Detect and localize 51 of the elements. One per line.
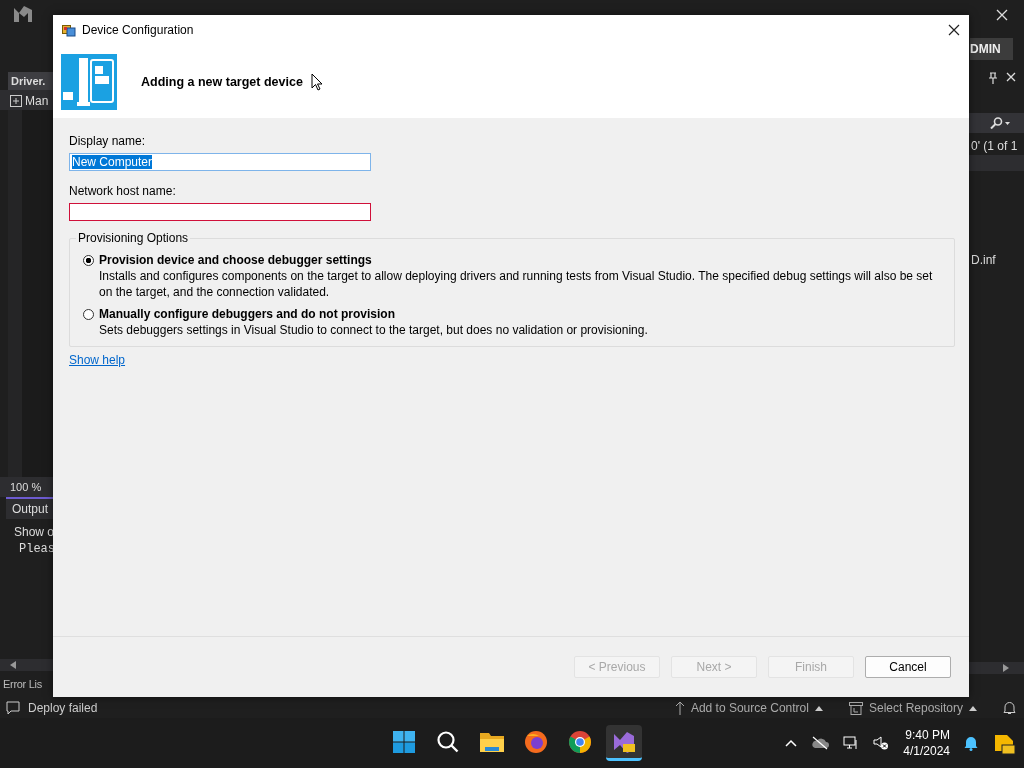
document-tab[interactable]: Driver.: [8, 72, 53, 90]
window-title: Device Configuration: [82, 23, 194, 37]
panel-title: Output: [6, 499, 53, 519]
dialog-heading: Adding a new target device: [141, 74, 303, 89]
option-title[interactable]: Provision device and choose debugger settings: [99, 253, 372, 267]
option-title[interactable]: Manually configure debuggers and do not provision: [99, 307, 395, 321]
scroll-right-icon[interactable]: [1003, 664, 1009, 672]
add-icon[interactable]: [10, 95, 22, 107]
search-icon[interactable]: [989, 117, 1011, 129]
caret-up-icon: [969, 705, 977, 711]
mouse-cursor-icon: [310, 72, 323, 91]
ide-app-icon[interactable]: [606, 725, 642, 761]
devices-icon: [61, 53, 117, 110]
repository-icon: [848, 701, 863, 715]
field-label: Network host name:: [69, 184, 177, 198]
bell-icon[interactable]: [964, 735, 978, 751]
output-text: Pleas: [18, 542, 53, 556]
panel-tab[interactable]: Error Lis: [0, 671, 53, 698]
radio-button[interactable]: [83, 308, 94, 320]
zoom-level[interactable]: 100 %: [0, 477, 53, 497]
group-legend: Provisioning Options: [76, 231, 191, 245]
option-description: Installs and configures components on the target to allow deploying drivers and running tests from Visual Studio. The specified debug settings will also be set on the target, and the connection validated.: [98, 268, 934, 300]
input-field[interactable]: New Computer: [69, 153, 371, 171]
output-source-label: Show o: [13, 524, 53, 541]
volume-muted-icon[interactable]: [873, 735, 890, 751]
chevron-up-icon[interactable]: [785, 739, 798, 747]
status-bar-button[interactable]: Add to Source Control: [668, 701, 829, 715]
help-link[interactable]: Show help: [69, 353, 126, 367]
radio-button[interactable]: [83, 254, 94, 266]
option-description: Sets debuggers settings in Visual Studio to connect to the target, but does no validation or provisioning.: [98, 322, 649, 338]
file-item[interactable]: D.inf: [969, 253, 1024, 267]
admin-badge: DMIN: [970, 38, 1013, 60]
app-logo-icon: [12, 4, 34, 24]
close-icon[interactable]: [948, 24, 960, 36]
cloud-off-icon[interactable]: [811, 736, 830, 750]
input-field[interactable]: [69, 203, 371, 221]
bell-icon[interactable]: [1003, 701, 1016, 715]
search-result-text: 0' (1 of 1: [970, 138, 1019, 155]
window-icon: [62, 23, 76, 37]
network-icon[interactable]: [843, 735, 860, 751]
status-message: Deploy failed: [28, 701, 98, 715]
clock[interactable]: 9:40 PM 4/1/2024: [903, 727, 950, 759]
dialog-button[interactable]: Cancel: [865, 656, 951, 678]
message-icon: [6, 701, 20, 715]
toolbar-label: Man: [25, 94, 49, 108]
status-bar-button[interactable]: Select Repository: [842, 701, 983, 715]
scroll-left-icon[interactable]: [10, 661, 16, 669]
pin-icon[interactable]: [988, 72, 998, 84]
field-label: Display name:: [69, 134, 147, 148]
caret-up-icon: [814, 705, 823, 711]
arrow-up-icon: [674, 701, 685, 715]
